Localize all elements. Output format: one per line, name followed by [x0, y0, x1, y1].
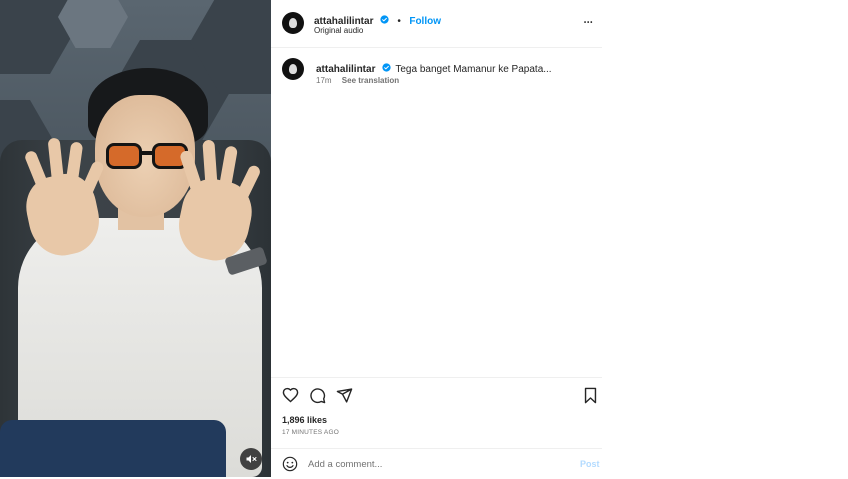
post-video[interactable]	[0, 0, 271, 477]
more-options-button[interactable]: •••	[584, 14, 593, 28]
follow-button[interactable]: Follow	[409, 16, 441, 27]
see-translation-link[interactable]: See translation	[342, 76, 399, 85]
share-icon	[336, 388, 353, 403]
save-button[interactable]	[583, 387, 598, 409]
jeans	[0, 420, 226, 477]
caption-line: attahalilintar Tega banget Mamanur ke Pa…	[316, 59, 552, 77]
emoji-icon	[282, 456, 298, 472]
avatar[interactable]	[282, 12, 304, 34]
separator-dot: •	[397, 16, 401, 27]
post-comment-button[interactable]: Post	[580, 459, 600, 469]
comment-input[interactable]	[308, 457, 563, 471]
comment-bar: Post	[271, 448, 602, 479]
caption-username[interactable]: attahalilintar	[316, 64, 375, 75]
sunglasses	[106, 143, 190, 171]
mute-button[interactable]	[240, 448, 262, 470]
audio-label[interactable]: Original audio	[314, 26, 363, 35]
share-button[interactable]	[336, 387, 353, 409]
caption-time: 17m	[316, 76, 332, 85]
bookmark-icon	[584, 387, 597, 404]
comment-button[interactable]	[309, 387, 326, 409]
comment-icon	[310, 388, 326, 404]
heart-icon	[282, 387, 299, 403]
likes-count[interactable]: 1,896 likes	[282, 415, 327, 425]
post-header: attahalilintar • Follow Original audio •…	[271, 0, 602, 48]
caption-text: Tega banget Mamanur ke Papata...	[395, 64, 552, 75]
caption-meta: 17m See translation	[316, 76, 399, 85]
post-panel: attahalilintar • Follow Original audio •…	[271, 0, 602, 477]
actions-section: 1,896 likes 17 MINUTES AGO Post	[271, 377, 602, 478]
caption-avatar[interactable]	[282, 58, 304, 80]
verified-badge-icon	[380, 15, 389, 24]
emoji-button[interactable]	[282, 456, 298, 477]
verified-badge-icon	[382, 63, 391, 72]
like-button[interactable]	[282, 387, 299, 409]
more-icon: •••	[584, 20, 594, 26]
mute-icon	[246, 455, 257, 463]
post-time: 17 MINUTES AGO	[282, 429, 339, 436]
